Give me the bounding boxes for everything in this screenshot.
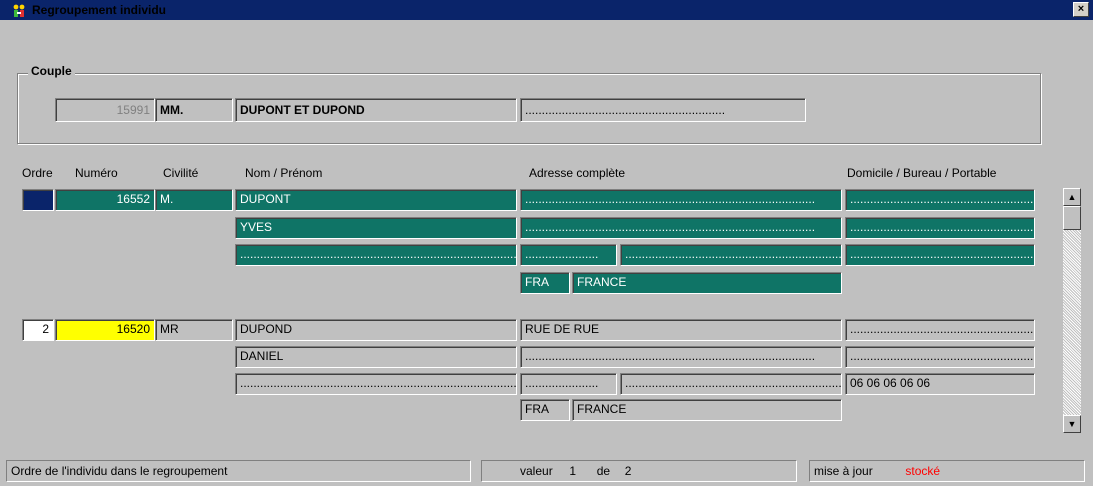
record-1-civilite-field[interactable]: M. <box>155 189 233 211</box>
column-header-adresse: Adresse complète <box>529 166 626 180</box>
column-header-numero: Numéro <box>75 166 118 180</box>
record-1-tel2-field[interactable]: ........................................… <box>845 217 1035 239</box>
status-update-label: mise à jour <box>814 464 873 478</box>
record-2-civilite-field[interactable]: MR <box>155 319 233 341</box>
record-1-nom-extra-field[interactable]: ........................................… <box>235 244 517 266</box>
status-valeur: 1 <box>569 464 577 478</box>
record-1-adresse2-field[interactable]: ........................................… <box>520 217 842 239</box>
record-1-nom-field[interactable]: DUPONT <box>235 189 517 211</box>
status-de-label: de <box>596 464 611 478</box>
record-2-adresse1-field[interactable]: RUE DE RUE <box>520 319 842 341</box>
record-2-numero-field[interactable]: 16520 <box>55 319 155 341</box>
couple-nom-field[interactable]: DUPONT ET DUPOND <box>235 98 517 122</box>
record-1-tel3-field[interactable]: ........................................… <box>845 244 1035 266</box>
column-header-nom: Nom / Prénom <box>245 166 323 180</box>
scroll-up-button[interactable]: ▲ <box>1063 188 1081 206</box>
record-1-numero-field[interactable]: 16552 <box>55 189 155 211</box>
record-1-adresse1-field[interactable]: ........................................… <box>520 189 842 211</box>
record-1-prenom-field[interactable]: YVES <box>235 217 517 239</box>
record-2-tel2-field[interactable]: ........................................… <box>845 346 1035 368</box>
record-2-nom-extra-field[interactable]: ........................................… <box>235 373 517 395</box>
column-header-ordre: Ordre <box>22 166 53 180</box>
couple-extra-field[interactable]: ........................................… <box>520 98 806 122</box>
scroll-thumb[interactable] <box>1063 206 1081 230</box>
record-2-ville-field[interactable]: ........................................… <box>620 373 842 395</box>
record-2-prenom-field[interactable]: DANIEL <box>235 346 517 368</box>
status-total: 2 <box>624 464 632 478</box>
status-update: mise à jour stocké <box>809 460 1085 482</box>
column-header-civilite: Civilité <box>163 166 199 180</box>
status-valeur-label: valeur <box>520 464 553 478</box>
app-icon <box>11 3 27 18</box>
couple-numero-field[interactable]: 15991 <box>55 98 155 122</box>
record-1-ordre-field[interactable] <box>22 189 54 211</box>
scroll-down-button[interactable]: ▼ <box>1063 415 1081 433</box>
couple-civilite-field[interactable]: MM. <box>155 98 233 122</box>
record-1-pays-code-field[interactable]: FRA <box>520 272 570 294</box>
record-2-nom-field[interactable]: DUPOND <box>235 319 517 341</box>
record-1-cp-field[interactable]: ...................... <box>520 244 617 266</box>
status-hint: Ordre de l'individu dans le regroupement <box>6 460 471 482</box>
close-button[interactable]: × <box>1073 2 1089 17</box>
record-2-adresse2-field[interactable]: ........................................… <box>520 346 842 368</box>
status-update-state: stocké <box>905 464 941 478</box>
window-title: Regroupement individu <box>32 3 167 17</box>
record-2-tel3-field[interactable]: 06 06 06 06 06 <box>845 373 1035 395</box>
record-1-tel1-field[interactable]: ........................................… <box>845 189 1035 211</box>
record-2-pays-field[interactable]: FRANCE <box>572 399 842 421</box>
record-1-ville-field[interactable]: ........................................… <box>620 244 842 266</box>
status-record-counter: valeur 1 de 2 <box>481 460 797 482</box>
couple-legend: Couple <box>28 64 75 78</box>
record-2-ordre-field[interactable]: 2 <box>22 319 54 341</box>
column-header-telephone: Domicile / Bureau / Portable <box>847 166 997 180</box>
record-2-cp-field[interactable]: ...................... <box>520 373 617 395</box>
record-2-tel1-field[interactable]: ........................................… <box>845 319 1035 341</box>
record-2-pays-code-field[interactable]: FRA <box>520 399 570 421</box>
record-1-pays-field[interactable]: FRANCE <box>572 272 842 294</box>
record-row-2[interactable]: 2 16520 MR DUPOND RUE DE RUE ...........… <box>0 316 1060 428</box>
record-row-1[interactable]: 16552 M. DUPONT ........................… <box>0 186 1060 298</box>
